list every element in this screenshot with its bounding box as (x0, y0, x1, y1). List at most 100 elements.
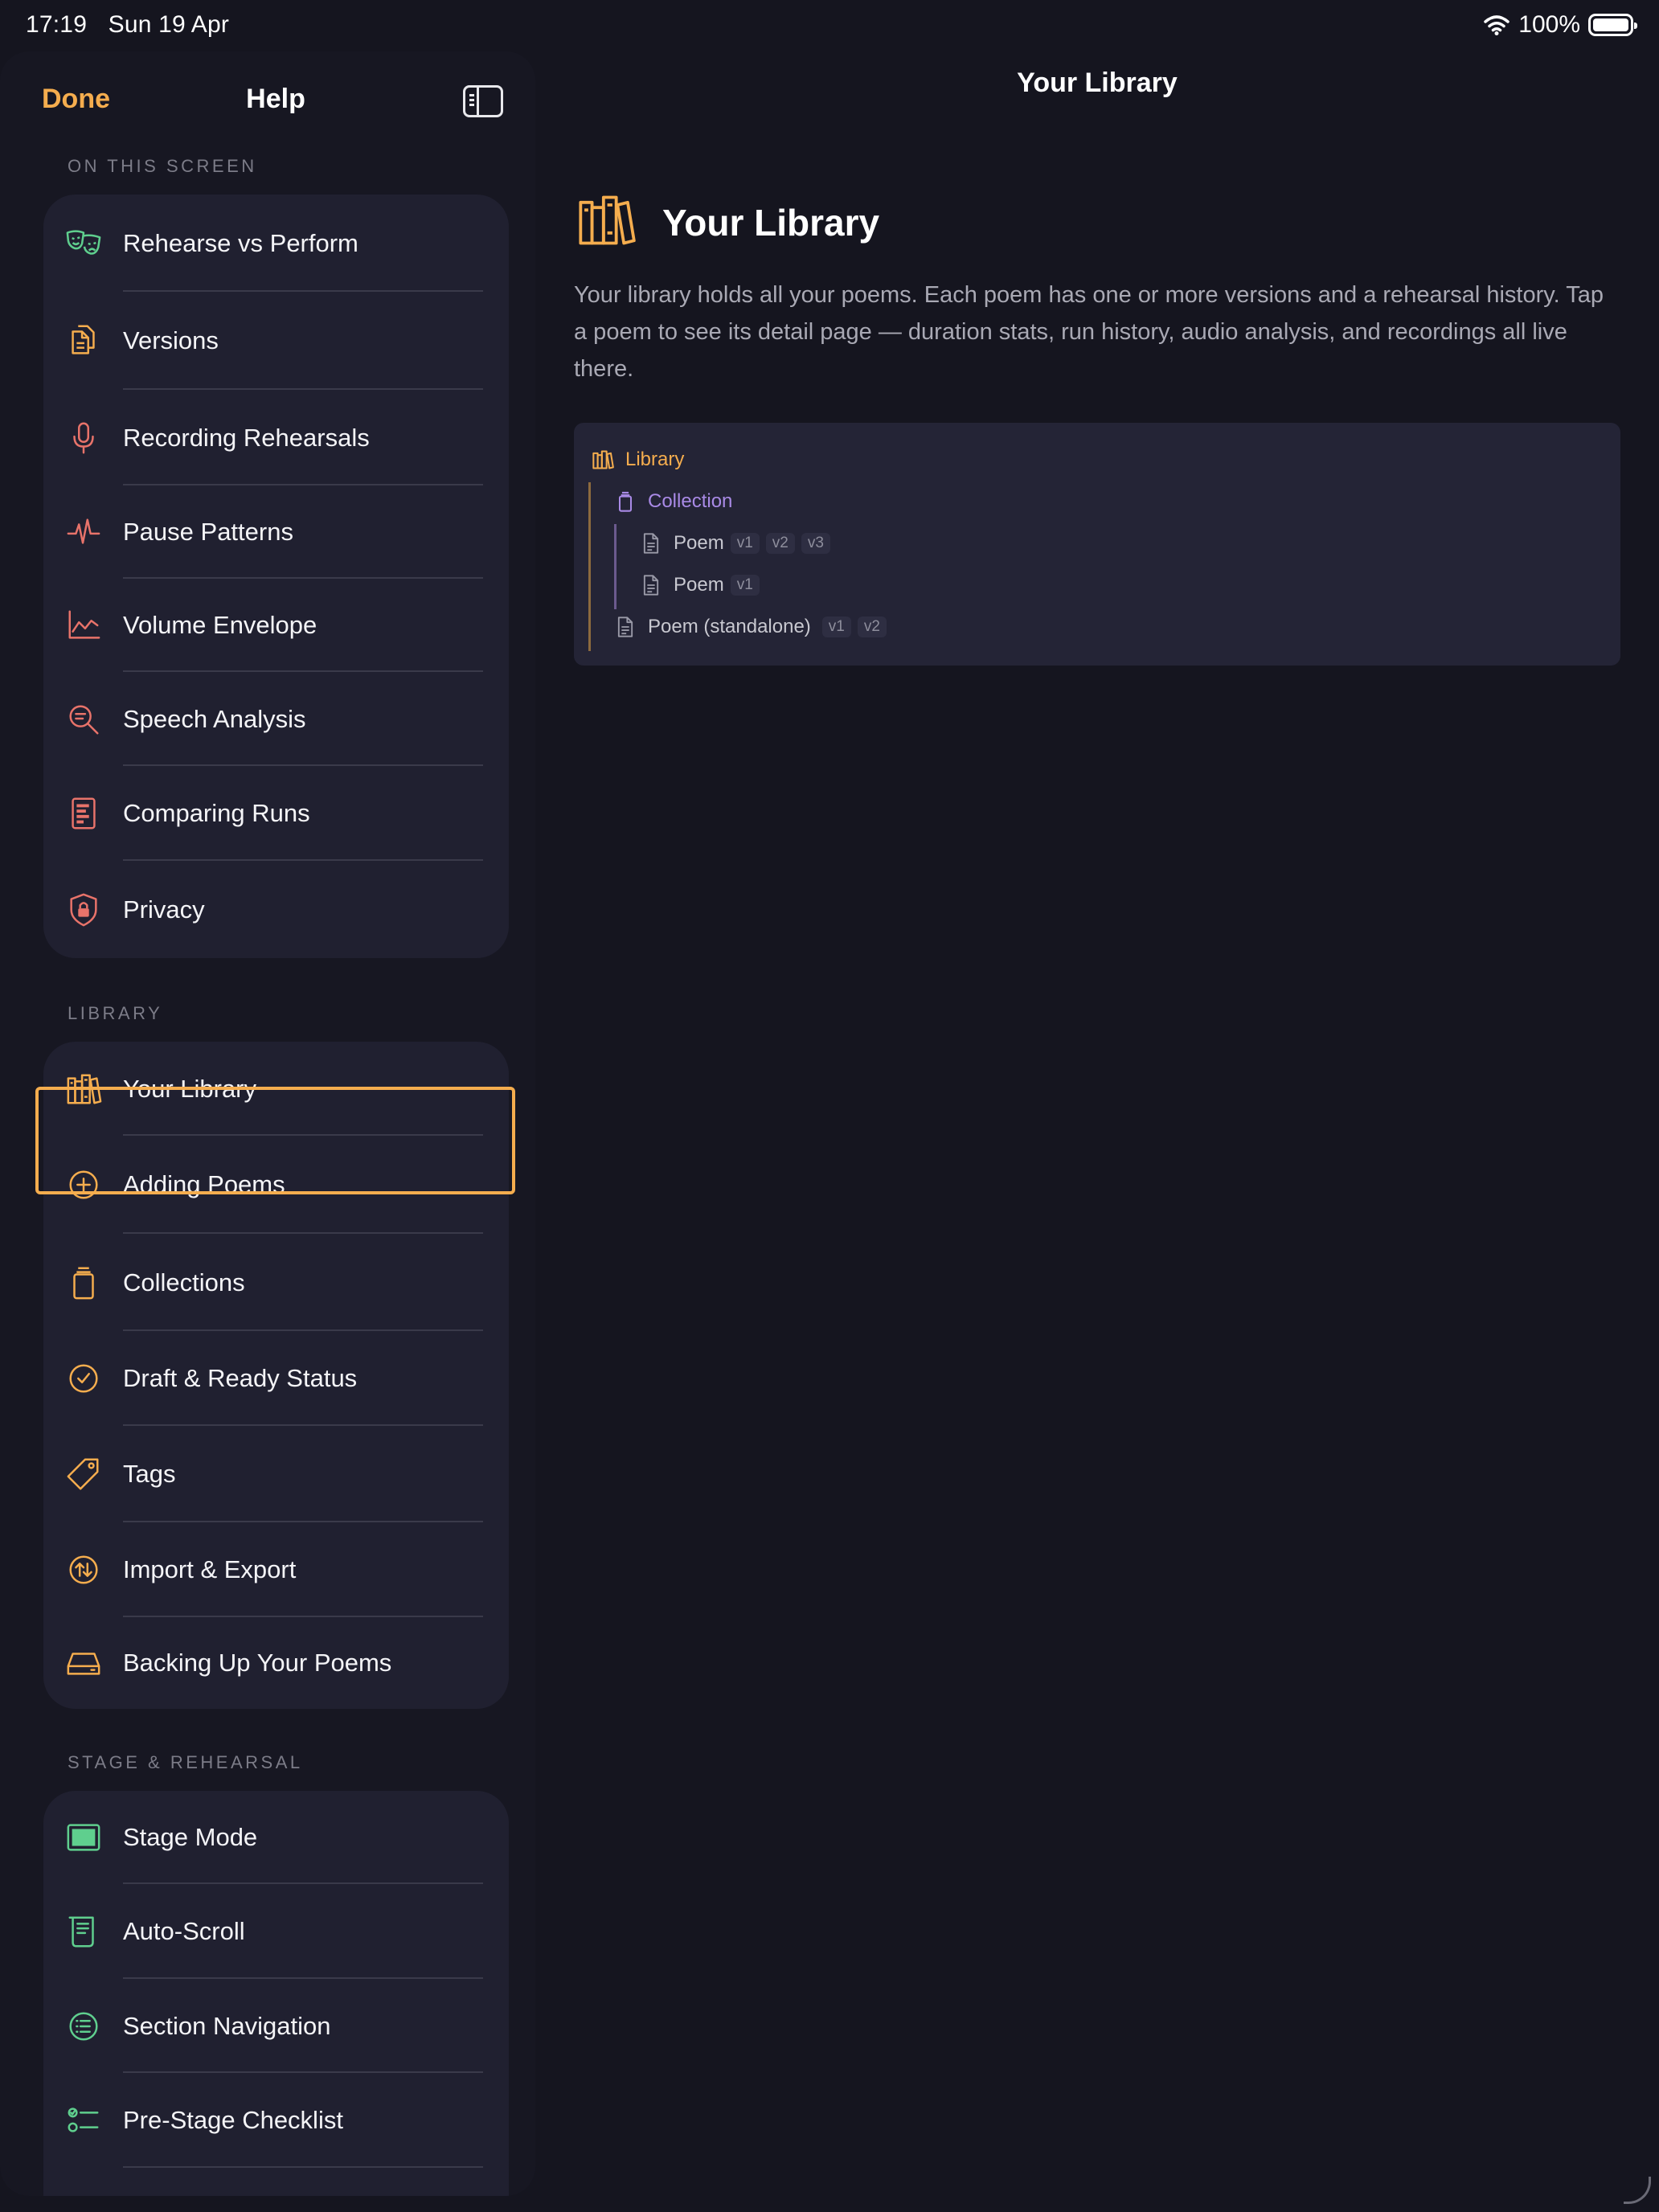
jar-icon (64, 1264, 103, 1302)
sidebar-item-label: Speech Analysis (123, 704, 306, 733)
section-label-library: LIBRARY (68, 1003, 163, 1023)
sidebar-item-label: Rehearse vs Perform (123, 228, 358, 257)
sidebar-header: Done Help (0, 68, 535, 132)
sidebar-item-collections[interactable]: Collections (43, 1234, 509, 1331)
resize-grip-icon[interactable] (1624, 2177, 1651, 2204)
sidebar-item-label: Adding Poems (123, 1170, 285, 1198)
sidebar-item-label: Auto-Scroll (123, 1917, 245, 1945)
jar-icon (618, 491, 633, 512)
tree-line-collection (614, 524, 616, 609)
version-badge: v1 (730, 533, 760, 554)
sidebar-item-recording-rehearsals[interactable]: Recording Rehearsals (43, 390, 509, 485)
status-time: 17:19 (26, 11, 88, 38)
books-icon (576, 190, 637, 255)
status-bar: 17:19 Sun 19 Apr 100% (0, 0, 1659, 51)
page-description: Your library holds all your poems. Each … (574, 282, 1604, 382)
help-sidebar: Done Help ON THIS SCREEN Rehearse vs Per… (0, 51, 535, 2196)
sidebar-toggle-icon[interactable] (463, 85, 503, 117)
scroll-icon (64, 1912, 103, 1951)
list-circle-icon (64, 2007, 103, 2046)
version-badge: v2 (857, 616, 887, 637)
sidebar-item-label: Import & Export (123, 1555, 297, 1583)
sidebar-item-auto-scroll[interactable]: Auto-Scroll (43, 1884, 509, 1979)
document-icon (643, 533, 659, 554)
sidebar-item-import-export[interactable]: Import & Export (43, 1522, 509, 1617)
sidebar-title: Help (246, 84, 305, 114)
sidebar-item-pre-stage-checklist[interactable]: Pre-Stage Checklist (43, 2073, 509, 2168)
tree-poem-label: Poem (674, 574, 724, 596)
sidebar-item-label: Volume Envelope (123, 611, 317, 639)
magnify-text-icon (64, 700, 103, 739)
library-structure-diagram: Library Collection Poem v1 v2 v3 Poem v1… (574, 423, 1620, 666)
arrows-updown-circle-icon (64, 1550, 103, 1589)
version-badge: v1 (730, 575, 760, 596)
theater-masks-icon (64, 224, 103, 263)
display-icon (64, 1818, 103, 1857)
tree-root: Library (592, 449, 684, 471)
books-icon (64, 1070, 103, 1108)
line-chart-icon (64, 606, 103, 645)
sidebar-item-label: Pause Patterns (123, 518, 293, 546)
microphone-icon (64, 419, 103, 457)
tree-standalone-label: Poem (standalone) (648, 616, 811, 637)
tree-collection: Collection (614, 490, 732, 513)
sidebar-item-label: Recording Rehearsals (123, 423, 370, 452)
on-this-screen-group: Rehearse vs Perform Versions Recording R… (43, 195, 509, 958)
divider (123, 2166, 483, 2168)
waveform-icon (64, 513, 103, 551)
sidebar-item-draft-ready-status[interactable]: Draft & Ready Status (43, 1331, 509, 1426)
sidebar-item-tags[interactable]: Tags (43, 1426, 509, 1522)
plus-circle-icon (64, 1165, 103, 1204)
sidebar-item-adding-poems[interactable]: Adding Poems (43, 1136, 509, 1234)
tag-icon (64, 1455, 103, 1493)
battery-percent: 100% (1518, 11, 1580, 38)
sidebar-item-label: Pre-Stage Checklist (123, 2106, 343, 2134)
tree-line-library (588, 482, 591, 651)
version-badge: v3 (801, 533, 830, 554)
page-header: Your Library (576, 190, 879, 255)
battery-icon (1588, 14, 1637, 36)
lock-shield-icon (64, 891, 103, 929)
sidebar-item-label: Draft & Ready Status (123, 1364, 358, 1392)
sidebar-item-label: Section Navigation (123, 2011, 331, 2040)
document-icon (643, 575, 659, 596)
version-badge: v1 (821, 616, 851, 637)
tree-poem-2: Poem v1 (640, 574, 760, 596)
sidebar-item-label: Stage Mode (123, 1823, 258, 1851)
section-label-stage-rehearsal: STAGE & REHEARSAL (68, 1752, 303, 1772)
sidebar-item-privacy[interactable]: Privacy (43, 861, 509, 958)
sidebar-item-your-library[interactable]: Your Library (43, 1042, 509, 1136)
sidebar-item-stage-mode[interactable]: Stage Mode (43, 1791, 509, 1884)
sidebar-item-volume-envelope[interactable]: Volume Envelope (43, 579, 509, 672)
sidebar-item-label: Versions (123, 326, 219, 354)
sidebar-item-backing-up[interactable]: Backing Up Your Poems (43, 1617, 509, 1709)
status-date: Sun 19 Apr (108, 11, 230, 38)
sidebar-item-label: Your Library (123, 1074, 257, 1103)
stage-rehearsal-group: Stage Mode Auto-Scroll Section Navigatio… (43, 1791, 509, 2196)
sidebar-item-label: Tags (123, 1460, 176, 1488)
drive-icon (64, 1644, 103, 1682)
books-icon (592, 450, 614, 469)
sidebar-item-speech-analysis[interactable]: Speech Analysis (43, 672, 509, 766)
checklist-icon (64, 2101, 103, 2140)
tree-collection-label: Collection (648, 490, 733, 512)
sidebar-item-versions[interactable]: Versions (43, 292, 509, 390)
sidebar-item-label: Comparing Runs (123, 799, 310, 827)
tree-poem-label: Poem (674, 532, 724, 554)
tree-standalone-poem: Poem (standalone) v1 v2 (614, 616, 887, 638)
sidebar-item-label: Privacy (123, 895, 205, 924)
sidebar-item-label: Collections (123, 1268, 245, 1296)
sidebar-item-rehearse-vs-perform[interactable]: Rehearse vs Perform (43, 195, 509, 292)
sidebar-item-pause-patterns[interactable]: Pause Patterns (43, 485, 509, 579)
tree-root-label: Library (625, 449, 685, 470)
library-group: Your Library Adding Poems Collections Dr… (43, 1042, 509, 1709)
page-title: Your Library (662, 201, 880, 244)
comparison-doc-icon (64, 794, 103, 833)
tree-poem-1: Poem v1 v2 v3 (640, 532, 830, 555)
sidebar-item-label: Backing Up Your Poems (123, 1649, 392, 1677)
version-badge: v2 (765, 533, 795, 554)
sidebar-item-section-navigation[interactable]: Section Navigation (43, 1979, 509, 2073)
sidebar-item-comparing-runs[interactable]: Comparing Runs (43, 766, 509, 861)
nav-title: Your Library (1017, 68, 1178, 98)
documents-icon (64, 322, 103, 360)
